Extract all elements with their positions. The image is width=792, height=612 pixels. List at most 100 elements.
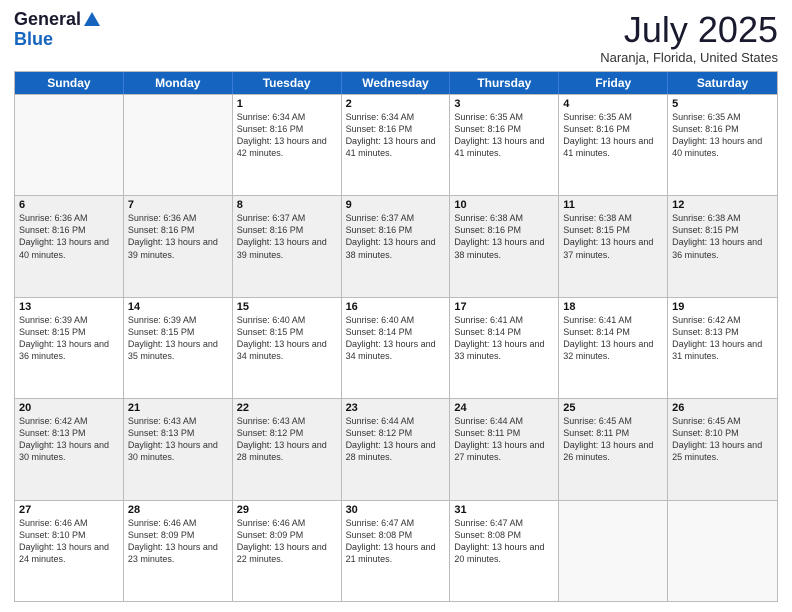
week-row-2: 13Sunrise: 6:39 AMSunset: 8:15 PMDayligh… bbox=[15, 297, 777, 398]
day-info: Sunrise: 6:42 AMSunset: 8:13 PMDaylight:… bbox=[672, 314, 773, 363]
cal-cell bbox=[124, 95, 233, 195]
cal-cell: 24Sunrise: 6:44 AMSunset: 8:11 PMDayligh… bbox=[450, 399, 559, 499]
day-number: 9 bbox=[346, 199, 446, 211]
cal-cell: 10Sunrise: 6:38 AMSunset: 8:16 PMDayligh… bbox=[450, 196, 559, 296]
cal-cell: 21Sunrise: 6:43 AMSunset: 8:13 PMDayligh… bbox=[124, 399, 233, 499]
day-number: 10 bbox=[454, 199, 554, 211]
day-info: Sunrise: 6:41 AMSunset: 8:14 PMDaylight:… bbox=[563, 314, 663, 363]
day-number: 13 bbox=[19, 301, 119, 313]
day-number: 18 bbox=[563, 301, 663, 313]
cal-cell: 16Sunrise: 6:40 AMSunset: 8:14 PMDayligh… bbox=[342, 298, 451, 398]
cal-cell bbox=[559, 501, 668, 601]
day-info: Sunrise: 6:46 AMSunset: 8:09 PMDaylight:… bbox=[237, 517, 337, 566]
day-number: 24 bbox=[454, 402, 554, 414]
day-number: 20 bbox=[19, 402, 119, 414]
day-number: 26 bbox=[672, 402, 773, 414]
cal-cell: 5Sunrise: 6:35 AMSunset: 8:16 PMDaylight… bbox=[668, 95, 777, 195]
day-number: 15 bbox=[237, 301, 337, 313]
cal-cell bbox=[668, 501, 777, 601]
day-info: Sunrise: 6:43 AMSunset: 8:13 PMDaylight:… bbox=[128, 415, 228, 464]
day-info: Sunrise: 6:39 AMSunset: 8:15 PMDaylight:… bbox=[19, 314, 119, 363]
cal-cell: 4Sunrise: 6:35 AMSunset: 8:16 PMDaylight… bbox=[559, 95, 668, 195]
header-day-monday: Monday bbox=[124, 72, 233, 94]
week-row-0: 1Sunrise: 6:34 AMSunset: 8:16 PMDaylight… bbox=[15, 94, 777, 195]
cal-cell: 30Sunrise: 6:47 AMSunset: 8:08 PMDayligh… bbox=[342, 501, 451, 601]
day-number: 5 bbox=[672, 98, 773, 110]
day-info: Sunrise: 6:37 AMSunset: 8:16 PMDaylight:… bbox=[346, 212, 446, 261]
day-info: Sunrise: 6:46 AMSunset: 8:09 PMDaylight:… bbox=[128, 517, 228, 566]
cal-cell: 7Sunrise: 6:36 AMSunset: 8:16 PMDaylight… bbox=[124, 196, 233, 296]
cal-cell: 29Sunrise: 6:46 AMSunset: 8:09 PMDayligh… bbox=[233, 501, 342, 601]
day-number: 6 bbox=[19, 199, 119, 211]
day-number: 22 bbox=[237, 402, 337, 414]
header-day-saturday: Saturday bbox=[668, 72, 777, 94]
location-title: Naranja, Florida, United States bbox=[600, 50, 778, 65]
day-info: Sunrise: 6:45 AMSunset: 8:10 PMDaylight:… bbox=[672, 415, 773, 464]
cal-cell: 6Sunrise: 6:36 AMSunset: 8:16 PMDaylight… bbox=[15, 196, 124, 296]
calendar: SundayMondayTuesdayWednesdayThursdayFrid… bbox=[14, 71, 778, 602]
day-number: 12 bbox=[672, 199, 773, 211]
cal-cell: 23Sunrise: 6:44 AMSunset: 8:12 PMDayligh… bbox=[342, 399, 451, 499]
cal-cell: 19Sunrise: 6:42 AMSunset: 8:13 PMDayligh… bbox=[668, 298, 777, 398]
cal-cell: 1Sunrise: 6:34 AMSunset: 8:16 PMDaylight… bbox=[233, 95, 342, 195]
day-info: Sunrise: 6:34 AMSunset: 8:16 PMDaylight:… bbox=[346, 111, 446, 160]
cal-cell: 22Sunrise: 6:43 AMSunset: 8:12 PMDayligh… bbox=[233, 399, 342, 499]
week-row-3: 20Sunrise: 6:42 AMSunset: 8:13 PMDayligh… bbox=[15, 398, 777, 499]
day-info: Sunrise: 6:35 AMSunset: 8:16 PMDaylight:… bbox=[454, 111, 554, 160]
day-info: Sunrise: 6:40 AMSunset: 8:14 PMDaylight:… bbox=[346, 314, 446, 363]
day-info: Sunrise: 6:45 AMSunset: 8:11 PMDaylight:… bbox=[563, 415, 663, 464]
header-day-tuesday: Tuesday bbox=[233, 72, 342, 94]
cal-cell: 26Sunrise: 6:45 AMSunset: 8:10 PMDayligh… bbox=[668, 399, 777, 499]
day-info: Sunrise: 6:44 AMSunset: 8:11 PMDaylight:… bbox=[454, 415, 554, 464]
day-info: Sunrise: 6:34 AMSunset: 8:16 PMDaylight:… bbox=[237, 111, 337, 160]
cal-cell: 18Sunrise: 6:41 AMSunset: 8:14 PMDayligh… bbox=[559, 298, 668, 398]
day-number: 3 bbox=[454, 98, 554, 110]
day-number: 25 bbox=[563, 402, 663, 414]
day-info: Sunrise: 6:46 AMSunset: 8:10 PMDaylight:… bbox=[19, 517, 119, 566]
day-info: Sunrise: 6:41 AMSunset: 8:14 PMDaylight:… bbox=[454, 314, 554, 363]
cal-cell: 9Sunrise: 6:37 AMSunset: 8:16 PMDaylight… bbox=[342, 196, 451, 296]
day-number: 11 bbox=[563, 199, 663, 211]
day-info: Sunrise: 6:36 AMSunset: 8:16 PMDaylight:… bbox=[128, 212, 228, 261]
day-number: 19 bbox=[672, 301, 773, 313]
header: General Blue July 2025 Naranja, Florida,… bbox=[14, 10, 778, 65]
day-info: Sunrise: 6:35 AMSunset: 8:16 PMDaylight:… bbox=[672, 111, 773, 160]
day-number: 28 bbox=[128, 504, 228, 516]
day-info: Sunrise: 6:36 AMSunset: 8:16 PMDaylight:… bbox=[19, 212, 119, 261]
logo: General Blue bbox=[14, 10, 100, 50]
cal-cell: 15Sunrise: 6:40 AMSunset: 8:15 PMDayligh… bbox=[233, 298, 342, 398]
day-number: 4 bbox=[563, 98, 663, 110]
week-row-4: 27Sunrise: 6:46 AMSunset: 8:10 PMDayligh… bbox=[15, 500, 777, 601]
day-number: 1 bbox=[237, 98, 337, 110]
cal-cell: 28Sunrise: 6:46 AMSunset: 8:09 PMDayligh… bbox=[124, 501, 233, 601]
logo-icon bbox=[82, 10, 100, 28]
day-info: Sunrise: 6:44 AMSunset: 8:12 PMDaylight:… bbox=[346, 415, 446, 464]
day-info: Sunrise: 6:39 AMSunset: 8:15 PMDaylight:… bbox=[128, 314, 228, 363]
day-info: Sunrise: 6:38 AMSunset: 8:15 PMDaylight:… bbox=[563, 212, 663, 261]
title-area: July 2025 Naranja, Florida, United State… bbox=[600, 10, 778, 65]
day-info: Sunrise: 6:40 AMSunset: 8:15 PMDaylight:… bbox=[237, 314, 337, 363]
day-info: Sunrise: 6:43 AMSunset: 8:12 PMDaylight:… bbox=[237, 415, 337, 464]
month-title: July 2025 bbox=[600, 10, 778, 50]
cal-cell: 25Sunrise: 6:45 AMSunset: 8:11 PMDayligh… bbox=[559, 399, 668, 499]
cal-cell bbox=[15, 95, 124, 195]
cal-cell: 3Sunrise: 6:35 AMSunset: 8:16 PMDaylight… bbox=[450, 95, 559, 195]
header-day-friday: Friday bbox=[559, 72, 668, 94]
day-number: 14 bbox=[128, 301, 228, 313]
day-info: Sunrise: 6:37 AMSunset: 8:16 PMDaylight:… bbox=[237, 212, 337, 261]
day-number: 29 bbox=[237, 504, 337, 516]
logo-blue: Blue bbox=[14, 30, 100, 50]
cal-cell: 27Sunrise: 6:46 AMSunset: 8:10 PMDayligh… bbox=[15, 501, 124, 601]
day-info: Sunrise: 6:47 AMSunset: 8:08 PMDaylight:… bbox=[454, 517, 554, 566]
header-day-wednesday: Wednesday bbox=[342, 72, 451, 94]
cal-cell: 12Sunrise: 6:38 AMSunset: 8:15 PMDayligh… bbox=[668, 196, 777, 296]
day-number: 23 bbox=[346, 402, 446, 414]
day-info: Sunrise: 6:42 AMSunset: 8:13 PMDaylight:… bbox=[19, 415, 119, 464]
day-info: Sunrise: 6:38 AMSunset: 8:16 PMDaylight:… bbox=[454, 212, 554, 261]
day-number: 2 bbox=[346, 98, 446, 110]
calendar-body: 1Sunrise: 6:34 AMSunset: 8:16 PMDaylight… bbox=[15, 94, 777, 601]
cal-cell: 14Sunrise: 6:39 AMSunset: 8:15 PMDayligh… bbox=[124, 298, 233, 398]
header-day-thursday: Thursday bbox=[450, 72, 559, 94]
logo-general: General bbox=[14, 10, 81, 30]
day-number: 7 bbox=[128, 199, 228, 211]
